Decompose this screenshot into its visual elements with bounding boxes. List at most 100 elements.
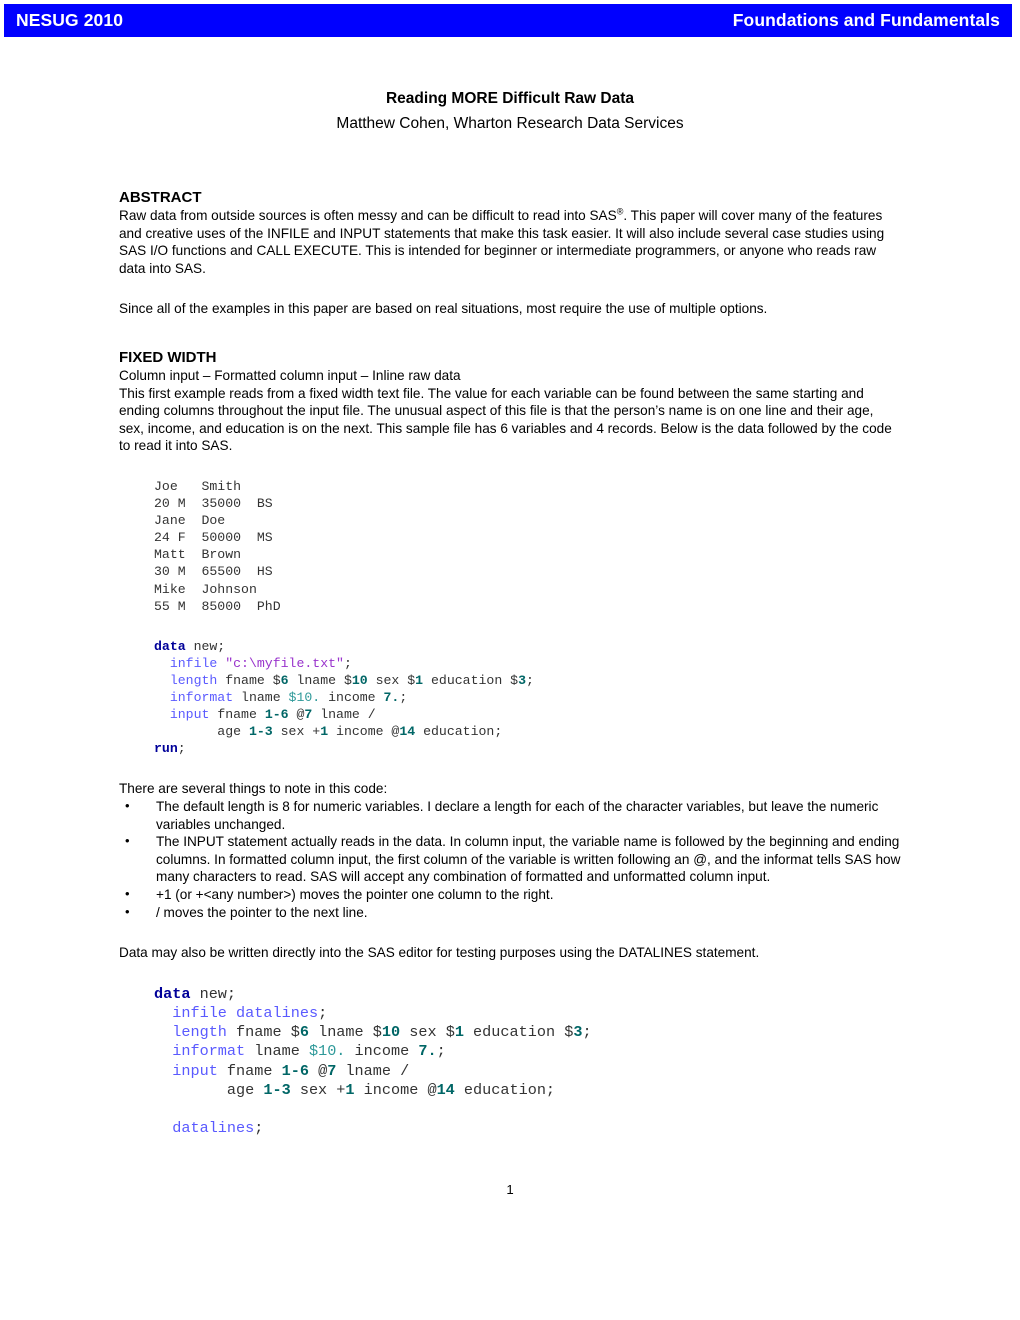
- abstract-heading: ABSTRACT: [119, 189, 202, 206]
- code-token: data: [154, 984, 191, 1003]
- code-token: infile: [172, 1003, 227, 1022]
- code-token: @: [288, 707, 305, 723]
- code-token: sex $: [400, 1023, 455, 1042]
- code-token: 14: [436, 1080, 455, 1099]
- code-token: lname: [245, 1042, 309, 1061]
- code-token: 6: [280, 672, 289, 688]
- code-token: 10: [381, 1023, 401, 1042]
- author-line: Matthew Cohen, Wharton Research Data Ser…: [336, 115, 684, 132]
- code-token: ;: [254, 1119, 264, 1138]
- code-token: 1-3: [263, 1080, 291, 1099]
- code-token: 7: [327, 1061, 337, 1080]
- code-token: fname: [209, 707, 265, 723]
- notes-intro: There are several things to note in this…: [119, 781, 388, 797]
- code-token: education $: [423, 672, 519, 688]
- code-token: sex +: [272, 724, 321, 740]
- code-token: datalines: [236, 1003, 319, 1022]
- code-token: new;: [185, 638, 226, 654]
- code-token: age: [154, 724, 249, 740]
- code-token: 1: [454, 1023, 464, 1042]
- list-item: / moves the pointer to the next line.: [125, 903, 901, 922]
- code-token: lname /: [336, 1061, 410, 1080]
- code-token: 1: [345, 1080, 355, 1099]
- code-token: education $: [463, 1023, 574, 1042]
- code-token: datalines: [172, 1119, 255, 1138]
- code-token: income @: [328, 724, 400, 740]
- code-token: 6: [299, 1023, 309, 1042]
- code-token: 7.: [383, 689, 400, 705]
- list-item: The INPUT statement actually reads in th…: [125, 832, 901, 886]
- code-token: length: [172, 1023, 227, 1042]
- code-token: lname /: [312, 707, 376, 723]
- code-token: fname $: [217, 672, 281, 688]
- code-token: education;: [454, 1080, 556, 1099]
- code-token: new;: [190, 984, 237, 1003]
- code-token: 10: [351, 672, 368, 688]
- code-token: data: [154, 638, 186, 654]
- code-token: fname $: [226, 1023, 300, 1042]
- list-item: +1 (or +<any number>) moves the pointer …: [125, 885, 901, 904]
- code-token: ;: [525, 672, 534, 688]
- code-token: 1: [415, 672, 424, 688]
- code-token: 1: [320, 724, 329, 740]
- code-token: fname: [217, 1061, 282, 1080]
- code-token: @: [308, 1061, 328, 1080]
- code-token: income: [345, 1042, 419, 1061]
- code-token: 7.: [418, 1042, 437, 1061]
- code-token: infile: [169, 655, 218, 671]
- code-token: run: [154, 741, 178, 757]
- code-token: ;: [436, 1042, 446, 1061]
- code-token: ;: [399, 689, 408, 705]
- sas-code-block-datalines: data new; infile datalines; length fname…: [154, 985, 901, 1139]
- list-item: The default length is 8 for numeric vari…: [125, 797, 901, 833]
- abstract-paragraph-2: Since all of the examples in this paper …: [119, 301, 768, 317]
- code-token: lname $: [308, 1023, 382, 1042]
- abstract-paragraph-1: Raw data from outside sources is often m…: [119, 207, 901, 277]
- code-token: ;: [177, 741, 186, 757]
- code-token: ;: [318, 1003, 328, 1022]
- code-token: ;: [343, 655, 352, 671]
- code-token: sex +: [290, 1080, 346, 1099]
- code-token: input: [172, 1061, 218, 1080]
- document-body: Reading MORE Difficult Raw Data Matthew …: [119, 0, 901, 1138]
- fixed-width-heading: FIXED WIDTH: [119, 348, 217, 366]
- code-token: lname $: [288, 672, 352, 688]
- code-token: 1-6: [281, 1061, 309, 1080]
- code-token: input: [169, 707, 210, 723]
- code-token: lname: [233, 689, 289, 705]
- fixed-width-paragraph: This first example reads from a fixed wi…: [119, 385, 892, 454]
- code-token: 14: [399, 724, 416, 740]
- code-token: 3: [518, 672, 526, 688]
- code-token: sex $: [367, 672, 416, 688]
- code-token: education;: [415, 724, 503, 740]
- code-token: income @: [354, 1080, 437, 1099]
- abstract-text-part-1: Raw data from outside sources is often m…: [119, 208, 617, 223]
- fixed-width-subtitle: Column input – Formatted column input – …: [119, 367, 461, 383]
- code-token: 1-3: [248, 724, 273, 740]
- code-token: income: [320, 689, 384, 705]
- page-number: 1: [506, 1182, 514, 1197]
- code-token: "c:\myfile.txt": [225, 655, 344, 671]
- sas-code-block-infile: data new; infile "c:\myfile.txt"; length…: [154, 638, 901, 758]
- title-block: Reading MORE Difficult Raw Data Matthew …: [119, 88, 901, 135]
- code-token: $10.: [288, 689, 321, 705]
- conference-name: NESUG 2010: [16, 10, 124, 30]
- datalines-paragraph: Data may also be written directly into t…: [119, 945, 760, 961]
- raw-data-sample: Joe Smith 20 M 35000 BS Jane Doe 24 F 50…: [154, 478, 281, 614]
- code-token: informat: [169, 689, 234, 705]
- code-token: length: [169, 672, 218, 688]
- code-token: $10.: [308, 1042, 346, 1061]
- code-token: ;: [582, 1023, 592, 1042]
- page-title: Reading MORE Difficult Raw Data: [385, 90, 635, 107]
- code-token: informat: [172, 1042, 246, 1061]
- code-token: age: [154, 1080, 264, 1099]
